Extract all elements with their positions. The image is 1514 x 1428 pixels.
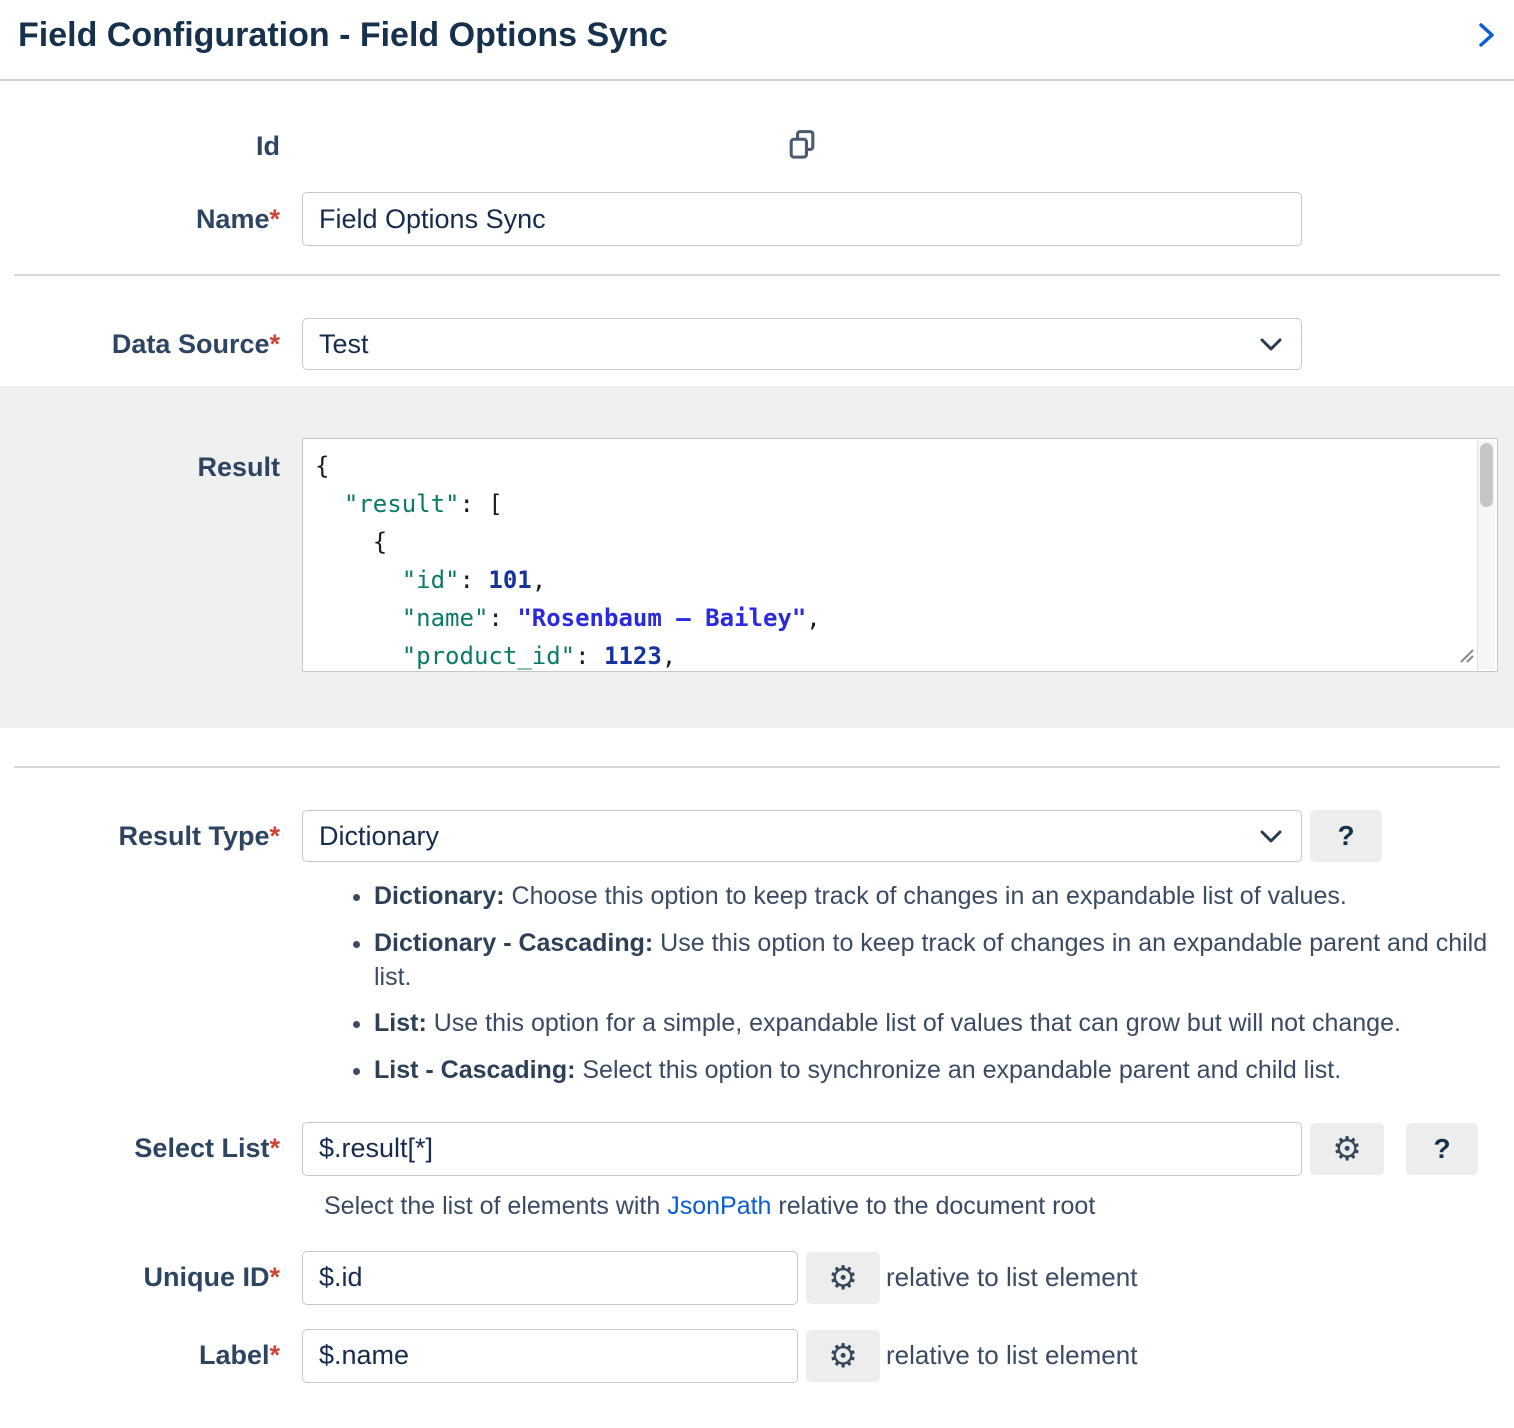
chevron-down-icon <box>1259 329 1283 360</box>
select-list-row: Select List* ⚙ ? <box>0 1122 1514 1176</box>
select-list-input[interactable] <box>302 1122 1302 1176</box>
select-list-label: Select List* <box>0 1133 280 1164</box>
section-divider <box>14 766 1500 768</box>
id-row: Id <box>0 129 1514 164</box>
jsonpath-link[interactable]: JsonPath <box>667 1192 771 1220</box>
result-type-select[interactable]: Dictionary <box>302 810 1302 862</box>
label-row: Label* ⚙ relative to list element <box>0 1329 1514 1383</box>
result-code: { "result": [ { "id": 101, "name": "Rose… <box>303 439 1497 672</box>
data-source-label: Data Source* <box>0 329 280 360</box>
resize-handle-icon[interactable] <box>1457 646 1475 669</box>
result-type-help-list: Dictionary: Choose this option to keep t… <box>0 880 1514 1088</box>
result-type-help-button[interactable]: ? <box>1310 810 1382 862</box>
data-source-value: Test <box>319 329 369 360</box>
data-source-select[interactable]: Test <box>302 318 1302 370</box>
scrollbar-thumb[interactable] <box>1480 443 1493 507</box>
chevron-down-icon <box>1259 821 1283 852</box>
result-type-value: Dictionary <box>319 821 439 852</box>
unique-id-input[interactable] <box>302 1251 798 1305</box>
name-input[interactable] <box>302 192 1302 246</box>
required-marker: * <box>269 1133 280 1163</box>
required-marker: * <box>269 204 280 234</box>
select-list-helper-text: Select the list of elements with JsonPat… <box>324 1192 1514 1221</box>
id-label: Id <box>0 131 280 162</box>
page-title: Field Configuration - Field Options Sync <box>18 16 668 55</box>
scrollbar-track[interactable] <box>1477 441 1495 669</box>
select-list-gear-button[interactable]: ⚙ <box>1310 1123 1384 1175</box>
section-divider <box>14 274 1500 276</box>
data-source-row: Data Source* Test <box>0 318 1514 370</box>
result-type-help-item: Dictionary - Cascading: Use this option … <box>374 927 1514 995</box>
label-input[interactable] <box>302 1329 798 1383</box>
select-list-help-button[interactable]: ? <box>1406 1123 1478 1175</box>
unique-id-label: Unique ID* <box>0 1262 280 1293</box>
result-type-help-item: List: Use this option for a simple, expa… <box>374 1007 1514 1041</box>
page-header: Field Configuration - Field Options Sync <box>0 0 1514 81</box>
result-type-help-item: List - Cascading: Select this option to … <box>374 1054 1514 1088</box>
unique-id-gear-button[interactable]: ⚙ <box>806 1252 880 1304</box>
label-hint: relative to list element <box>886 1340 1137 1371</box>
required-marker: * <box>269 821 280 851</box>
required-marker: * <box>269 1340 280 1370</box>
result-textarea[interactable]: { "result": [ { "id": 101, "name": "Rose… <box>302 438 1498 672</box>
result-type-row: Result Type* Dictionary ? <box>0 810 1514 862</box>
label-gear-button[interactable]: ⚙ <box>806 1330 880 1382</box>
result-row: Result { "result": [ { "id": 101, "name"… <box>0 438 1514 672</box>
collapse-panel-button[interactable] <box>1476 16 1500 51</box>
result-section: Result { "result": [ { "id": 101, "name"… <box>0 386 1514 728</box>
result-type-help-item: Dictionary: Choose this option to keep t… <box>374 880 1514 914</box>
copy-icon <box>788 149 816 164</box>
unique-id-row: Unique ID* ⚙ relative to list element <box>0 1251 1514 1305</box>
name-label: Name* <box>0 204 280 235</box>
unique-id-hint: relative to list element <box>886 1262 1137 1293</box>
gear-icon: ⚙ <box>828 1261 858 1294</box>
required-marker: * <box>269 1262 280 1292</box>
chevron-right-icon <box>1476 36 1498 51</box>
gear-icon: ⚙ <box>828 1339 858 1372</box>
copy-id-button[interactable] <box>788 129 816 164</box>
result-type-label: Result Type* <box>0 821 280 852</box>
label-label: Label* <box>0 1340 280 1371</box>
required-marker: * <box>269 329 280 359</box>
result-label: Result <box>0 438 280 483</box>
gear-icon: ⚙ <box>1332 1132 1362 1165</box>
name-row: Name* <box>0 192 1514 246</box>
